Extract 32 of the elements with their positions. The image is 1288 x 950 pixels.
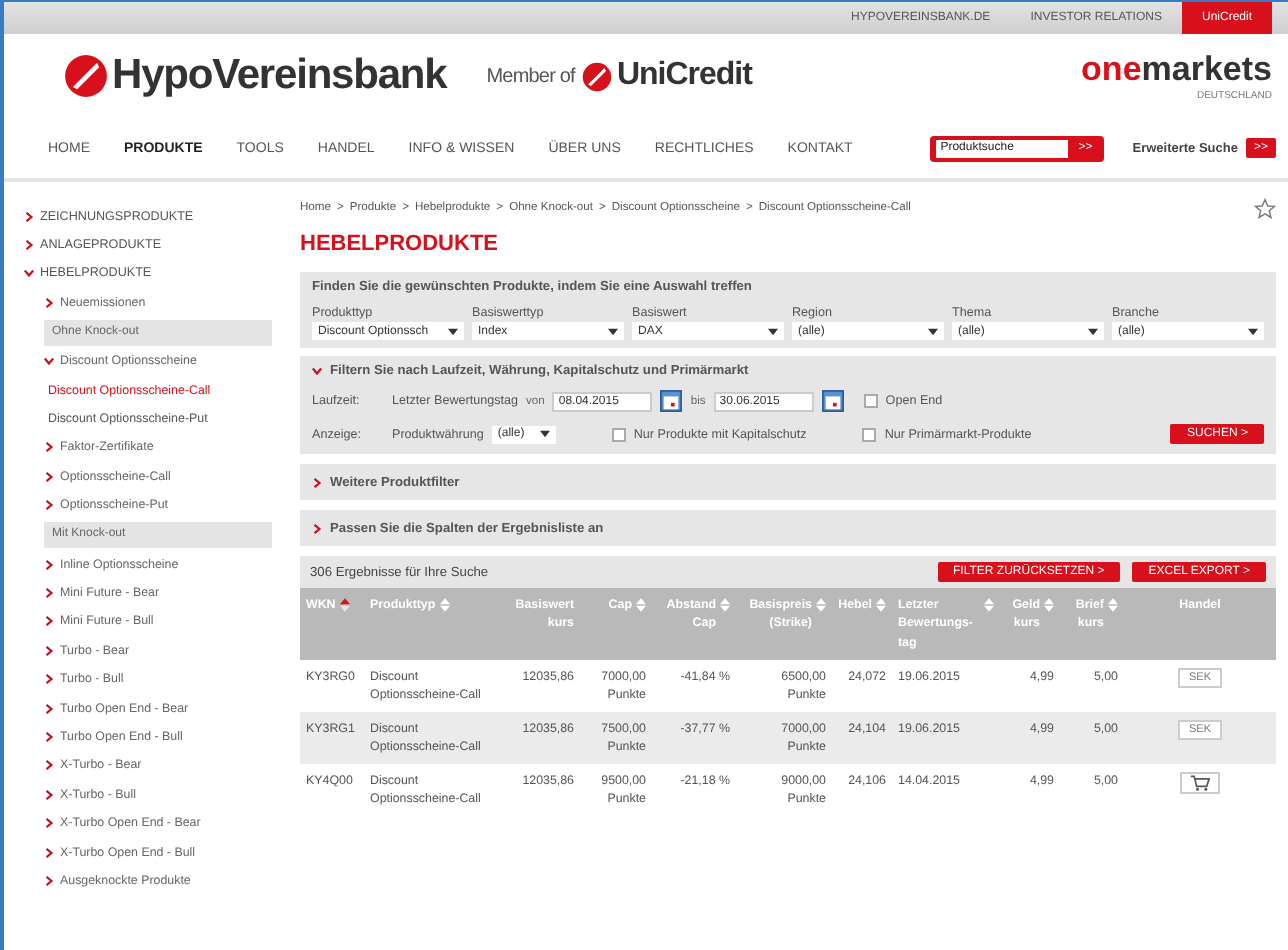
dropdown-arrow-icon bbox=[928, 327, 938, 335]
dropdown-arrow-icon bbox=[539, 430, 550, 438]
brand-suffix: markets bbox=[1141, 49, 1272, 87]
sort-icon[interactable] bbox=[1044, 598, 1054, 612]
sort-icon[interactable] bbox=[636, 598, 646, 612]
sort-icon[interactable] bbox=[439, 598, 450, 612]
sort-icon[interactable] bbox=[984, 598, 994, 612]
dropdown-arrow-icon bbox=[768, 327, 778, 335]
checkbox[interactable] bbox=[611, 427, 626, 441]
cart-button[interactable] bbox=[1180, 771, 1220, 794]
star-icon[interactable] bbox=[1254, 197, 1276, 219]
member-of-text: Member of bbox=[486, 65, 575, 87]
dropdown-arrow-icon bbox=[1248, 327, 1258, 335]
sort-icon[interactable] bbox=[876, 598, 886, 612]
sort-icon[interactable] bbox=[1108, 598, 1118, 612]
group-name: UniCredit bbox=[616, 58, 752, 94]
sort-icon[interactable] bbox=[720, 598, 730, 612]
bank-name: HypoVereinsbank bbox=[112, 52, 447, 100]
calendar-icon[interactable] bbox=[821, 390, 844, 412]
checkbox[interactable] bbox=[862, 427, 877, 441]
sort-ascending-icon[interactable] bbox=[339, 598, 350, 612]
dropdown-arrow-icon bbox=[608, 327, 618, 335]
checkbox[interactable] bbox=[863, 394, 878, 408]
brand-prefix: one bbox=[1081, 49, 1142, 87]
group-logo-icon bbox=[582, 61, 613, 91]
bank-logo-icon bbox=[64, 54, 108, 98]
dropdown-arrow-icon bbox=[1088, 327, 1098, 335]
cart-icon bbox=[1190, 773, 1210, 792]
dropdown-arrow-icon bbox=[448, 327, 458, 335]
sort-icon[interactable] bbox=[816, 598, 826, 612]
page-title: HEBELPRODUKTE bbox=[300, 232, 501, 256]
calendar-icon[interactable] bbox=[660, 390, 683, 412]
